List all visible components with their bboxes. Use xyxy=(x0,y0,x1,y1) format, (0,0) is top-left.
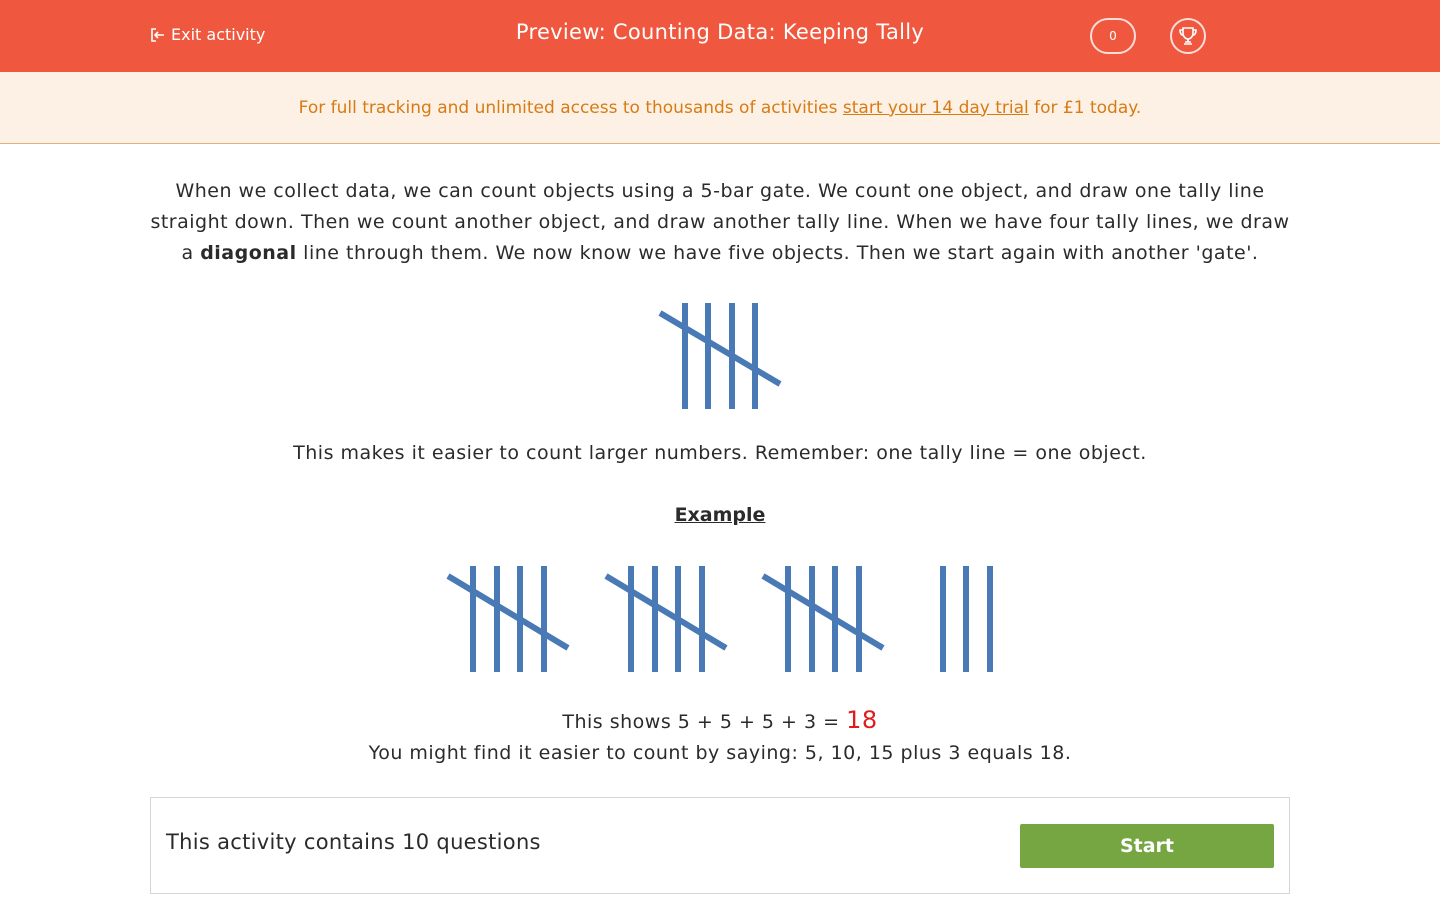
start-button[interactable]: Start xyxy=(1020,824,1274,868)
example-tally-row xyxy=(440,560,1000,684)
sum-answer: 18 xyxy=(846,706,878,734)
tally-group xyxy=(604,566,728,672)
top-bar: Exit activity Preview: Counting Data: Ke… xyxy=(0,0,1440,72)
tally-diagonal xyxy=(761,573,885,651)
tally-line xyxy=(940,566,946,672)
remember-text: This makes it easier to count larger num… xyxy=(293,442,1147,464)
tally-line xyxy=(652,566,658,672)
tally-line xyxy=(541,566,547,672)
banner-text-before: For full tracking and unlimited access t… xyxy=(298,97,843,118)
page-title: Preview: Counting Data: Keeping Tally xyxy=(515,20,925,44)
tally-diagonal xyxy=(658,310,782,387)
score-badge[interactable]: 0 xyxy=(1090,18,1136,54)
intro-paragraph: When we collect data, we can count objec… xyxy=(150,176,1290,269)
intro-bold-word: diagonal xyxy=(200,242,297,264)
tally-line xyxy=(682,303,688,409)
counting-tip: You might find it easier to count by say… xyxy=(368,742,1072,764)
tally-line xyxy=(963,566,969,672)
tally-line xyxy=(705,303,711,409)
trophy-icon xyxy=(1179,27,1197,45)
tally-diagonal xyxy=(446,573,570,651)
five-bar-gate-svg xyxy=(658,303,782,409)
tally-group xyxy=(761,566,885,672)
tally-group xyxy=(446,566,570,672)
sum-statement: This shows 5 + 5 + 5 + 3 = 18 xyxy=(150,706,1290,734)
five-bar-gate-diagram xyxy=(650,296,790,420)
trial-banner: For full tracking and unlimited access t… xyxy=(0,72,1440,144)
intro-text-part2: line through them. We now know we have f… xyxy=(296,242,1259,264)
tally-line xyxy=(987,566,993,672)
start-trial-link[interactable]: start your 14 day trial xyxy=(843,98,1029,118)
question-count-text: This activity contains 10 questions xyxy=(166,830,541,854)
tally-line xyxy=(699,566,705,672)
example-tally-svg xyxy=(446,566,993,672)
tally-group xyxy=(940,566,993,672)
tally-line xyxy=(470,566,476,672)
tally-line xyxy=(628,566,634,672)
tally-line xyxy=(856,566,862,672)
tally-line xyxy=(752,303,758,409)
activity-panel: This activity contains 10 questions Star… xyxy=(150,797,1290,894)
sum-text: This shows 5 + 5 + 5 + 3 = xyxy=(562,711,847,733)
tally-line xyxy=(785,566,791,672)
tally-line xyxy=(809,566,815,672)
example-heading: Example xyxy=(674,504,766,526)
banner-text-after: for £1 today. xyxy=(1028,97,1142,118)
trophy-button[interactable] xyxy=(1170,18,1206,54)
tally-diagonal xyxy=(604,573,728,651)
tally-line xyxy=(494,566,500,672)
